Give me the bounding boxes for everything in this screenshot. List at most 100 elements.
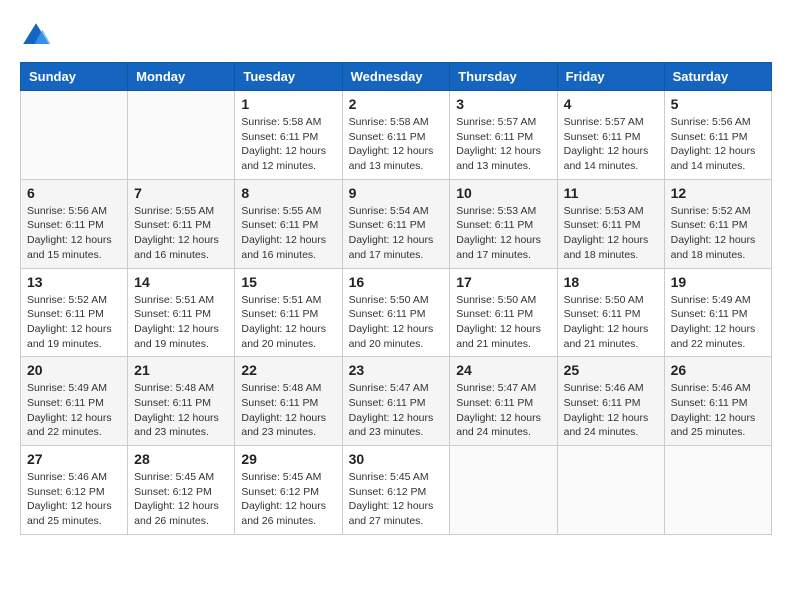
day-info: Sunrise: 5:49 AM Sunset: 6:11 PM Dayligh… (671, 293, 765, 352)
calendar-cell: 22 Sunrise: 5:48 AM Sunset: 6:11 PM Dayli… (235, 357, 342, 446)
weekday-header-monday: Monday (128, 63, 235, 91)
day-number: 22 (241, 362, 335, 378)
calendar-cell: 10 Sunrise: 5:53 AM Sunset: 6:11 PM Dayli… (450, 179, 557, 268)
day-number: 5 (671, 96, 765, 112)
calendar-cell: 24Sunrise: 5:47 AM Sunset: 6:11 PM Dayli… (450, 357, 557, 446)
day-info: Sunrise: 5:56 AM Sunset: 6:11 PM Dayligh… (27, 204, 121, 263)
day-info: Sunrise: 5:58 AM Sunset: 6:11 PM Dayligh… (241, 115, 335, 174)
day-info: Sunrise: 5:46 AM Sunset: 6:12 PM Dayligh… (27, 470, 121, 529)
calendar-week-row: 13 Sunrise: 5:52 AM Sunset: 6:11 PM Dayli… (21, 268, 772, 357)
logo-icon (20, 20, 52, 52)
calendar-cell: 16 Sunrise: 5:50 AM Sunset: 6:11 PM Dayli… (342, 268, 450, 357)
day-info: Sunrise: 5:50 AM Sunset: 6:11 PM Dayligh… (349, 293, 444, 352)
calendar-body: 1 Sunrise: 5:58 AM Sunset: 6:11 PM Daylig… (21, 91, 772, 535)
day-number: 14 (134, 274, 228, 290)
day-info: Sunrise: 5:45 AM Sunset: 6:12 PM Dayligh… (134, 470, 228, 529)
calendar-cell: 4 Sunrise: 5:57 AM Sunset: 6:11 PM Daylig… (557, 91, 664, 180)
day-info: Sunrise: 5:50 AM Sunset: 6:11 PM Dayligh… (456, 293, 550, 352)
calendar-cell (664, 446, 771, 535)
day-number: 1 (241, 96, 335, 112)
day-info: Sunrise: 5:47 AM Sunset: 6:11 PM Dayligh… (349, 381, 444, 440)
day-number: 18 (564, 274, 658, 290)
day-number: 23 (349, 362, 444, 378)
weekday-header-wednesday: Wednesday (342, 63, 450, 91)
day-number: 10 (456, 185, 550, 201)
day-info: Sunrise: 5:53 AM Sunset: 6:11 PM Dayligh… (564, 204, 658, 263)
day-info: Sunrise: 5:46 AM Sunset: 6:11 PM Dayligh… (671, 381, 765, 440)
weekday-header-friday: Friday (557, 63, 664, 91)
calendar-cell: 3 Sunrise: 5:57 AM Sunset: 6:11 PM Daylig… (450, 91, 557, 180)
day-info: Sunrise: 5:57 AM Sunset: 6:11 PM Dayligh… (564, 115, 658, 174)
calendar-cell: 13 Sunrise: 5:52 AM Sunset: 6:11 PM Dayli… (21, 268, 128, 357)
calendar-cell: 26 Sunrise: 5:46 AM Sunset: 6:11 PM Dayli… (664, 357, 771, 446)
day-info: Sunrise: 5:54 AM Sunset: 6:11 PM Dayligh… (349, 204, 444, 263)
calendar-cell: 12Sunrise: 5:52 AM Sunset: 6:11 PM Dayli… (664, 179, 771, 268)
calendar-week-row: 20Sunrise: 5:49 AM Sunset: 6:11 PM Dayli… (21, 357, 772, 446)
day-info: Sunrise: 5:45 AM Sunset: 6:12 PM Dayligh… (349, 470, 444, 529)
calendar-cell: 23 Sunrise: 5:47 AM Sunset: 6:11 PM Dayli… (342, 357, 450, 446)
day-info: Sunrise: 5:49 AM Sunset: 6:11 PM Dayligh… (27, 381, 121, 440)
day-number: 19 (671, 274, 765, 290)
day-number: 11 (564, 185, 658, 201)
day-info: Sunrise: 5:53 AM Sunset: 6:11 PM Dayligh… (456, 204, 550, 263)
calendar-cell: 6 Sunrise: 5:56 AM Sunset: 6:11 PM Daylig… (21, 179, 128, 268)
day-number: 26 (671, 362, 765, 378)
day-info: Sunrise: 5:58 AM Sunset: 6:11 PM Dayligh… (349, 115, 444, 174)
day-number: 30 (349, 451, 444, 467)
day-info: Sunrise: 5:51 AM Sunset: 6:11 PM Dayligh… (134, 293, 228, 352)
weekday-header-tuesday: Tuesday (235, 63, 342, 91)
day-info: Sunrise: 5:52 AM Sunset: 6:11 PM Dayligh… (27, 293, 121, 352)
day-number: 28 (134, 451, 228, 467)
day-info: Sunrise: 5:56 AM Sunset: 6:11 PM Dayligh… (671, 115, 765, 174)
calendar-cell (128, 91, 235, 180)
calendar-cell: 8Sunrise: 5:55 AM Sunset: 6:11 PM Daylig… (235, 179, 342, 268)
calendar-cell: 1 Sunrise: 5:58 AM Sunset: 6:11 PM Daylig… (235, 91, 342, 180)
logo (20, 20, 56, 52)
day-number: 27 (27, 451, 121, 467)
day-number: 13 (27, 274, 121, 290)
calendar-cell: 28 Sunrise: 5:45 AM Sunset: 6:12 PM Dayli… (128, 446, 235, 535)
day-number: 21 (134, 362, 228, 378)
weekday-header-thursday: Thursday (450, 63, 557, 91)
day-info: Sunrise: 5:57 AM Sunset: 6:11 PM Dayligh… (456, 115, 550, 174)
calendar-cell: 21 Sunrise: 5:48 AM Sunset: 6:11 PM Dayli… (128, 357, 235, 446)
day-info: Sunrise: 5:48 AM Sunset: 6:11 PM Dayligh… (241, 381, 335, 440)
day-number: 12 (671, 185, 765, 201)
day-info: Sunrise: 5:46 AM Sunset: 6:11 PM Dayligh… (564, 381, 658, 440)
calendar-cell: 30 Sunrise: 5:45 AM Sunset: 6:12 PM Dayli… (342, 446, 450, 535)
calendar-cell: 9Sunrise: 5:54 AM Sunset: 6:11 PM Daylig… (342, 179, 450, 268)
day-info: Sunrise: 5:51 AM Sunset: 6:11 PM Dayligh… (241, 293, 335, 352)
calendar-cell: 18 Sunrise: 5:50 AM Sunset: 6:11 PM Dayli… (557, 268, 664, 357)
day-number: 3 (456, 96, 550, 112)
day-number: 29 (241, 451, 335, 467)
calendar-cell: 25 Sunrise: 5:46 AM Sunset: 6:11 PM Dayli… (557, 357, 664, 446)
day-number: 16 (349, 274, 444, 290)
day-info: Sunrise: 5:55 AM Sunset: 6:11 PM Dayligh… (134, 204, 228, 263)
day-info: Sunrise: 5:47 AM Sunset: 6:11 PM Dayligh… (456, 381, 550, 440)
calendar-cell: 15 Sunrise: 5:51 AM Sunset: 6:11 PM Dayli… (235, 268, 342, 357)
calendar-cell: 19 Sunrise: 5:49 AM Sunset: 6:11 PM Dayli… (664, 268, 771, 357)
weekday-row: SundayMondayTuesdayWednesdayThursdayFrid… (21, 63, 772, 91)
calendar-week-row: 6 Sunrise: 5:56 AM Sunset: 6:11 PM Daylig… (21, 179, 772, 268)
weekday-header-sunday: Sunday (21, 63, 128, 91)
calendar-cell (557, 446, 664, 535)
calendar-cell: 2 Sunrise: 5:58 AM Sunset: 6:11 PM Daylig… (342, 91, 450, 180)
calendar-header: SundayMondayTuesdayWednesdayThursdayFrid… (21, 63, 772, 91)
day-info: Sunrise: 5:50 AM Sunset: 6:11 PM Dayligh… (564, 293, 658, 352)
calendar-table: SundayMondayTuesdayWednesdayThursdayFrid… (20, 62, 772, 535)
calendar-cell: 14 Sunrise: 5:51 AM Sunset: 6:11 PM Dayli… (128, 268, 235, 357)
day-number: 25 (564, 362, 658, 378)
calendar-cell (21, 91, 128, 180)
page-header (20, 20, 772, 52)
day-number: 2 (349, 96, 444, 112)
calendar-week-row: 27 Sunrise: 5:46 AM Sunset: 6:12 PM Dayli… (21, 446, 772, 535)
calendar-cell: 29Sunrise: 5:45 AM Sunset: 6:12 PM Dayli… (235, 446, 342, 535)
day-number: 4 (564, 96, 658, 112)
day-number: 8 (241, 185, 335, 201)
calendar-cell (450, 446, 557, 535)
day-number: 6 (27, 185, 121, 201)
calendar-week-row: 1 Sunrise: 5:58 AM Sunset: 6:11 PM Daylig… (21, 91, 772, 180)
calendar-cell: 17Sunrise: 5:50 AM Sunset: 6:11 PM Dayli… (450, 268, 557, 357)
day-info: Sunrise: 5:48 AM Sunset: 6:11 PM Dayligh… (134, 381, 228, 440)
day-number: 15 (241, 274, 335, 290)
